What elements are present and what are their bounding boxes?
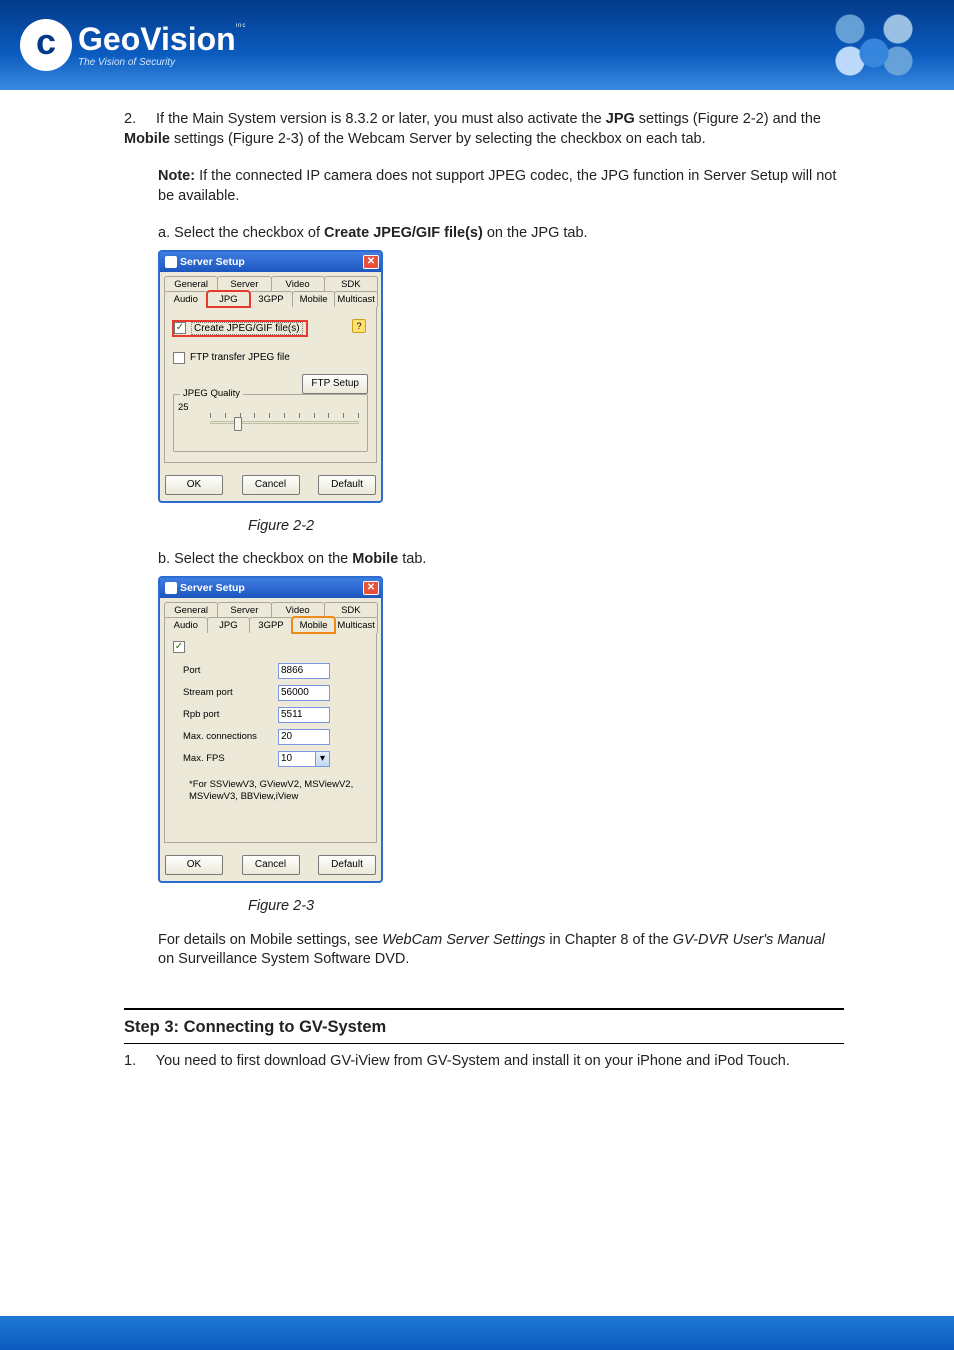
groupbox-jpeg-quality: JPEG Quality 25: [173, 394, 368, 452]
label-max-conn: Max. connections: [173, 731, 278, 742]
help-icon[interactable]: ?: [352, 319, 366, 333]
divider: [124, 1043, 844, 1044]
step3-section: Step 3: Connecting to GV-System 1. You n…: [124, 1008, 844, 1072]
note-label: Note:: [158, 168, 195, 184]
page-content: 2. If the Main System version is 8.3.2 o…: [0, 90, 954, 1071]
tab-multicast[interactable]: Multicast: [334, 291, 378, 307]
mobile-note: *For SSViewV3, GViewV2, MSViewV2, MSView…: [173, 773, 368, 804]
tab-audio[interactable]: Audio: [164, 291, 208, 307]
slider-thumb-icon[interactable]: [234, 417, 242, 431]
label-max-fps: Max. FPS: [173, 753, 278, 764]
brand-tagline: The Vision of Security: [78, 57, 246, 68]
ftp-setup-button[interactable]: FTP Setup: [302, 374, 368, 394]
tab-multicast[interactable]: Multicast: [334, 617, 378, 633]
tab-mobile[interactable]: Mobile: [292, 291, 336, 307]
dialog-title: Server Setup ✕: [160, 252, 381, 272]
cancel-button[interactable]: Cancel: [242, 855, 300, 875]
tab-jpg[interactable]: JPG: [207, 291, 251, 307]
default-button[interactable]: Default: [318, 475, 376, 495]
logo: GeoVisioninc The Vision of Security: [20, 19, 246, 71]
panel-jpg: Create JPEG/GIF file(s) ? FTP transfer J…: [164, 307, 377, 463]
dialog-jpg: Server Setup ✕ General Server Video SDK …: [158, 250, 383, 503]
intro-num: 2.: [124, 110, 152, 130]
brand-vision: Vision: [140, 21, 235, 57]
ok-button[interactable]: OK: [165, 475, 223, 495]
tab-sdk[interactable]: SDK: [324, 276, 378, 292]
close-icon[interactable]: ✕: [363, 581, 379, 595]
page-header: GeoVisioninc The Vision of Security: [0, 0, 954, 90]
app-icon: [165, 582, 177, 594]
label-create-jpeg: Create JPEG/GIF file(s): [191, 322, 303, 335]
dialog-title-2: Server Setup ✕: [160, 578, 381, 598]
chevron-down-icon[interactable]: ▾: [316, 751, 330, 767]
logo-mark-icon: [20, 19, 72, 71]
brand-geo: Geo: [78, 21, 140, 57]
figure-2-3-caption: Figure 2-3: [248, 897, 844, 917]
groupbox-title: JPEG Quality: [180, 388, 243, 399]
tab-audio[interactable]: Audio: [164, 617, 208, 633]
tab-video[interactable]: Video: [271, 602, 325, 618]
label-stream-port: Stream port: [173, 687, 278, 698]
panel-mobile: Port Stream port Rpb port Max. connectio…: [164, 633, 377, 843]
tab-general[interactable]: General: [164, 276, 218, 292]
label-ftp-transfer: FTP transfer JPEG file: [190, 352, 290, 363]
tab-3gpp[interactable]: 3GPP: [249, 291, 293, 307]
checkbox-create-jpeg[interactable]: [174, 322, 186, 334]
app-icon: [165, 256, 177, 268]
brand-suffix: inc: [236, 23, 247, 29]
tab-3gpp[interactable]: 3GPP: [249, 617, 293, 633]
divider: [124, 1008, 844, 1010]
input-port[interactable]: [278, 663, 330, 679]
input-max-fps[interactable]: [278, 751, 316, 767]
note-paragraph: Note: If the connected IP camera does no…: [158, 167, 844, 206]
input-stream-port[interactable]: [278, 685, 330, 701]
tab-video[interactable]: Video: [271, 276, 325, 292]
step3-body: 1. You need to first download GV-iView f…: [124, 1052, 844, 1072]
checkbox-enable-mobile[interactable]: [173, 641, 185, 653]
quality-slider[interactable]: [210, 411, 359, 433]
tab-general[interactable]: General: [164, 602, 218, 618]
checkbox-ftp-transfer[interactable]: [173, 352, 185, 364]
substep-b: b. Select the checkbox on the Mobile tab…: [158, 550, 844, 570]
quality-value: 25: [178, 402, 189, 413]
page-footer: [0, 1316, 954, 1350]
close-icon[interactable]: ✕: [363, 255, 379, 269]
intro-paragraph: 2. If the Main System version is 8.3.2 o…: [124, 110, 844, 149]
tab-server[interactable]: Server: [217, 602, 271, 618]
input-max-conn[interactable]: [278, 729, 330, 745]
tab-server[interactable]: Server: [217, 276, 271, 292]
tab-sdk[interactable]: SDK: [324, 602, 378, 618]
tab-mobile[interactable]: Mobile: [292, 617, 336, 633]
post-paragraph: For details on Mobile settings, see WebC…: [158, 931, 844, 970]
label-rpb-port: Rpb port: [173, 709, 278, 720]
input-rpb-port[interactable]: [278, 707, 330, 723]
default-button[interactable]: Default: [318, 855, 376, 875]
step3-title: Step 3: Connecting to GV-System: [124, 1018, 844, 1037]
tab-jpg[interactable]: JPG: [207, 617, 251, 633]
puzzle-icon: [814, 5, 934, 85]
figure-2-2-caption: Figure 2-2: [248, 517, 844, 537]
dialog-mobile: Server Setup ✕ General Server Video SDK …: [158, 576, 383, 883]
ok-button[interactable]: OK: [165, 855, 223, 875]
cancel-button[interactable]: Cancel: [242, 475, 300, 495]
label-port: Port: [173, 665, 278, 676]
substep-a: a. Select the checkbox of Create JPEG/GI…: [158, 224, 844, 244]
